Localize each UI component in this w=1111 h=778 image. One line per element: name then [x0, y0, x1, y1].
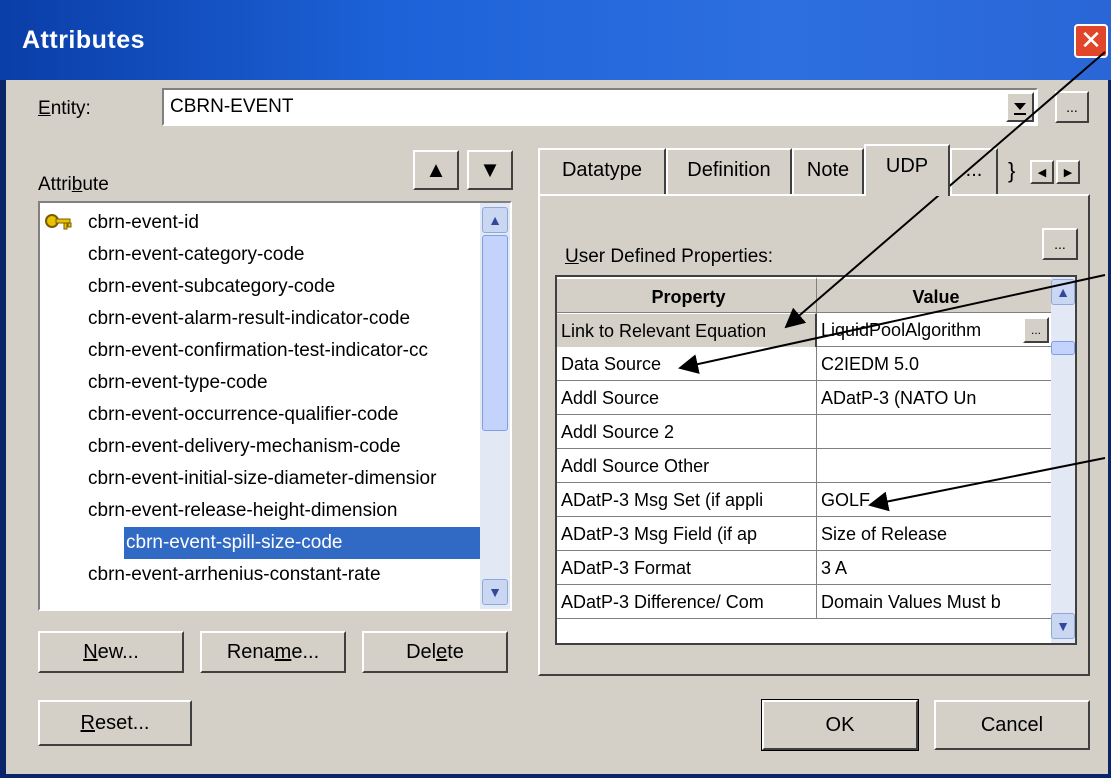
- arrow-down-icon: ▼: [479, 157, 501, 182]
- key-icon: [45, 214, 72, 230]
- udp-value-cell[interactable]: C2IEDM 5.0: [817, 347, 1051, 381]
- arrow-up-icon: ▲: [425, 157, 447, 182]
- new-button[interactable]: New...: [38, 631, 184, 673]
- tab-definition[interactable]: Definition: [666, 148, 792, 194]
- attribute-list-scrollbar[interactable]: ▲ ▼: [480, 203, 510, 609]
- cancel-button[interactable]: Cancel: [934, 700, 1090, 750]
- grid-scroll-thumb[interactable]: [1051, 341, 1075, 355]
- tab-scroll-left-icon[interactable]: ◀: [1030, 160, 1054, 184]
- title-bar[interactable]: Attributes ✕: [0, 0, 1111, 80]
- udp-label: User Defined Properties:: [565, 246, 774, 267]
- attribute-label: Attribute: [38, 174, 109, 195]
- entity-browse-button[interactable]: ...: [1055, 91, 1089, 123]
- close-icon[interactable]: ✕: [1074, 24, 1108, 58]
- udp-value-cell[interactable]: Size of Release: [817, 517, 1051, 551]
- tab-udp[interactable]: UDP: [864, 144, 950, 196]
- reset-button[interactable]: Reset...: [38, 700, 192, 746]
- tab-scroll-right-icon[interactable]: ▶: [1056, 160, 1080, 184]
- header-property[interactable]: Property: [557, 277, 817, 313]
- entity-value: CBRN-EVENT: [170, 96, 294, 117]
- udp-property-cell[interactable]: Addl Source Other: [557, 449, 817, 483]
- udp-property-cell[interactable]: ADatP-3 Msg Set (if appli: [557, 483, 817, 517]
- udp-row[interactable]: ADatP-3 Difference/ Com Domain Values Mus…: [557, 585, 1051, 619]
- udp-value-cell[interactable]: 3 A: [817, 551, 1051, 585]
- grid-scroll-up-icon[interactable]: ▲: [1051, 279, 1075, 305]
- udp-row[interactable]: Addl Source Other: [557, 449, 1051, 483]
- attribute-list-item[interactable]: cbrn-event-delivery-mechanism-code: [88, 431, 510, 463]
- udp-value-cell[interactable]: LiquidPoolAlgorithm: [817, 313, 1051, 347]
- grid-scroll-down-icon[interactable]: ▼: [1051, 613, 1075, 639]
- delete-button[interactable]: Del e te: [362, 631, 508, 673]
- udp-grid[interactable]: Property Value Link to Relevant Equation…: [555, 275, 1077, 645]
- udp-row[interactable]: Data Source C2IEDM 5.0: [557, 347, 1051, 381]
- attribute-list-item[interactable]: cbrn-event-id: [88, 207, 510, 239]
- entity-label: Entity:: [38, 98, 91, 119]
- ok-button[interactable]: OK: [761, 699, 919, 751]
- scroll-up-icon[interactable]: ▲: [482, 207, 508, 233]
- window-title: Attributes: [22, 26, 146, 54]
- udp-row[interactable]: ADatP-3 Format 3 A: [557, 551, 1051, 585]
- grid-header: Property Value: [557, 277, 1051, 313]
- udp-row[interactable]: ADatP-3 Msg Field (if ap Size of Release: [557, 517, 1051, 551]
- udp-value-cell[interactable]: [817, 415, 1051, 449]
- udp-property-cell[interactable]: Link to Relevant Equation: [557, 313, 817, 347]
- attribute-list-item[interactable]: cbrn-event-arrhenius-constant-rate: [88, 559, 510, 591]
- entity-dropdown[interactable]: CBRN-EVENT: [162, 88, 1038, 126]
- udp-row[interactable]: Addl Source ADatP-3 (NATO Un: [557, 381, 1051, 415]
- attribute-list-item[interactable]: cbrn-event-type-code: [88, 367, 510, 399]
- move-up-button[interactable]: ▲: [413, 150, 459, 190]
- udp-grid-scrollbar[interactable]: ▲ ▼: [1051, 277, 1075, 643]
- attribute-list-item[interactable]: cbrn-event-category-code: [88, 239, 510, 271]
- header-value[interactable]: Value: [817, 277, 1051, 313]
- udp-value-cell[interactable]: [817, 449, 1051, 483]
- udp-row[interactable]: Link to Relevant Equation LiquidPoolAlgor…: [557, 313, 1051, 347]
- udp-property-cell[interactable]: Addl Source 2: [557, 415, 817, 449]
- tab-note[interactable]: Note: [792, 148, 864, 194]
- attribute-list-item[interactable]: cbrn-event-alarm-result-indicator-code: [88, 303, 510, 335]
- rename-button[interactable]: Rena m e...: [200, 631, 346, 673]
- attribute-list-item[interactable]: cbrn-event-spill-size-code: [124, 527, 510, 559]
- udp-value-cell[interactable]: GOLF: [817, 483, 1051, 517]
- scroll-thumb[interactable]: [482, 235, 508, 431]
- attribute-list[interactable]: cbrn-event-id cbrn-event-category-code cbr…: [38, 201, 512, 611]
- tab-datatype[interactable]: Datatype: [538, 148, 666, 194]
- udp-value-cell[interactable]: ADatP-3 (NATO Un: [817, 381, 1051, 415]
- udp-property-cell[interactable]: Data Source: [557, 347, 817, 381]
- udp-value-cell[interactable]: Domain Values Must b: [817, 585, 1051, 619]
- attribute-list-item[interactable]: cbrn-event-release-height-dimension: [88, 495, 510, 527]
- tab-overflow-glyph: }: [1008, 158, 1016, 183]
- attribute-list-item[interactable]: cbrn-event-confirmation-test-indicator-c…: [88, 335, 510, 367]
- udp-property-cell[interactable]: Addl Source: [557, 381, 817, 415]
- udp-browse-button[interactable]: ...: [1042, 228, 1078, 260]
- udp-row[interactable]: Addl Source 2: [557, 415, 1051, 449]
- move-down-button[interactable]: ▼: [467, 150, 513, 190]
- attribute-list-item[interactable]: cbrn-event-subcategory-code: [88, 271, 510, 303]
- scroll-down-icon[interactable]: ▼: [482, 579, 508, 605]
- link-equation-browse-button[interactable]: ...: [1023, 317, 1049, 343]
- attribute-list-item[interactable]: cbrn-event-initial-size-diameter-dimensi…: [88, 463, 510, 495]
- udp-property-cell[interactable]: ADatP-3 Format: [557, 551, 817, 585]
- udp-property-cell[interactable]: ADatP-3 Difference/ Com: [557, 585, 817, 619]
- udp-row[interactable]: ADatP-3 Msg Set (if appli GOLF: [557, 483, 1051, 517]
- attribute-list-item[interactable]: cbrn-event-occurrence-qualifier-code: [88, 399, 510, 431]
- udp-property-cell[interactable]: ADatP-3 Msg Field (if ap: [557, 517, 817, 551]
- chevron-down-icon[interactable]: [1006, 92, 1034, 122]
- tab-more[interactable]: ...: [950, 148, 998, 194]
